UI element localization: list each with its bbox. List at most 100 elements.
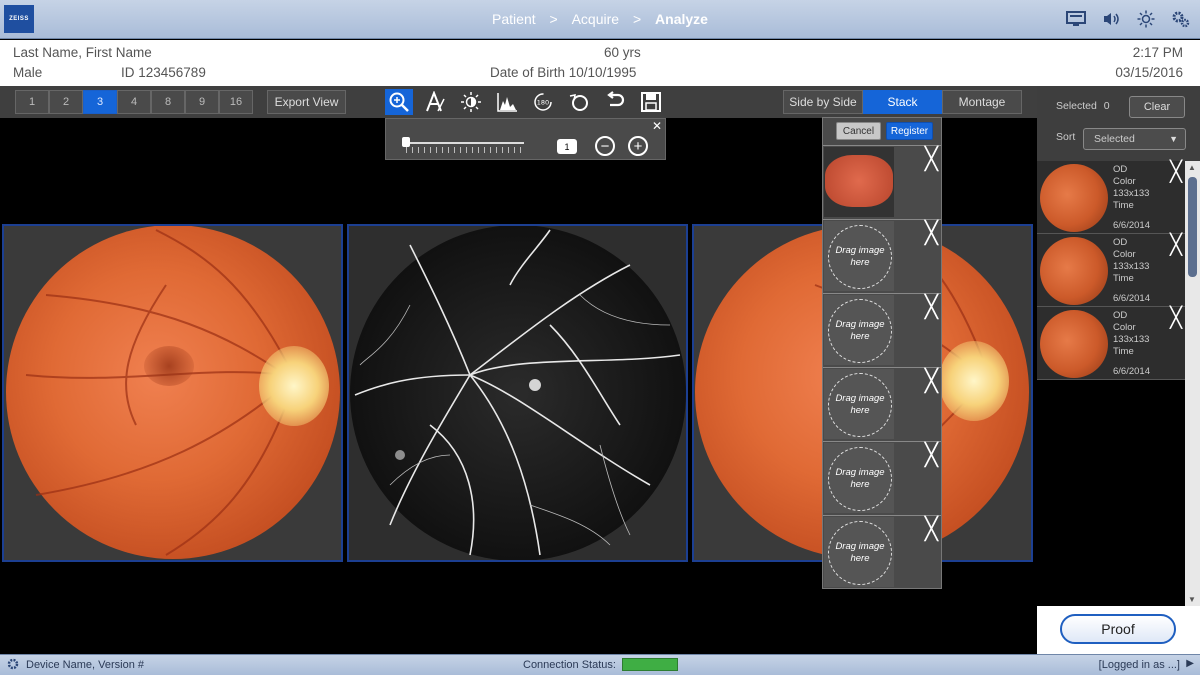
sort-dropdown[interactable]: Selected ▼ [1083, 128, 1186, 150]
chevron-down-icon: ▼ [1169, 134, 1178, 144]
connection-status-label: Connection Status: [523, 659, 616, 671]
layout-3[interactable]: 3 [83, 90, 117, 114]
drop-zone[interactable]: Drag image here [824, 517, 894, 587]
close-icon[interactable]: ✕ [652, 119, 662, 133]
settings-icon[interactable] [1170, 8, 1192, 30]
thumbnail-size: 133x133 [1113, 261, 1150, 272]
image-frame-left[interactable] [2, 224, 343, 562]
breadcrumb-analyze[interactable]: Analyze [655, 11, 708, 27]
expand-arrow-icon[interactable]: ▶ [1186, 658, 1194, 669]
drag-image-placeholder: Drag image here [828, 225, 892, 289]
drop-zone[interactable]: Drag image here [824, 221, 894, 291]
layout-selector: 1 2 3 4 8 9 16 [15, 90, 253, 114]
optic-disc-right [939, 341, 1009, 421]
thumbnail-scrollbar[interactable]: ▲ ▼ [1185, 161, 1200, 606]
zoom-slider-handle[interactable] [402, 137, 410, 147]
rotate-icon[interactable] [565, 89, 593, 115]
zoom-out-button[interactable]: − [595, 136, 615, 156]
remove-slot-icon[interactable]: ╳ [925, 442, 938, 468]
thumbnail-image [1040, 237, 1108, 305]
display-icon[interactable] [1065, 8, 1087, 30]
breadcrumb: Patient > Acquire > Analyze [0, 11, 1200, 27]
register-slot-4[interactable]: Drag image here ╳ [823, 367, 941, 439]
proof-button[interactable]: Proof [1060, 614, 1176, 644]
view-montage[interactable]: Montage [942, 90, 1022, 114]
zoom-slider-ticks [406, 147, 524, 153]
remove-slot-icon[interactable]: ╳ [925, 294, 938, 320]
fundus-thumbnail [825, 155, 893, 207]
drop-zone[interactable]: Drag image here [824, 369, 894, 439]
proof-area: Proof [1037, 606, 1200, 654]
cancel-button[interactable]: Cancel [836, 122, 881, 140]
scroll-up-icon[interactable]: ▲ [1188, 163, 1196, 172]
current-time: 2:17 PM [1132, 45, 1183, 60]
remove-slot-icon[interactable]: ╳ [925, 146, 938, 172]
thumbnail-image [1040, 164, 1108, 232]
rotate-180-icon[interactable]: 180 [529, 89, 557, 115]
layout-8[interactable]: 8 [151, 90, 185, 114]
thumbnail-eye: OD [1113, 237, 1128, 248]
scroll-down-icon[interactable]: ▼ [1188, 595, 1196, 604]
zoom-in-button[interactable]: + [628, 136, 648, 156]
image-frame-middle[interactable] [347, 224, 688, 562]
patient-sex: Male [13, 65, 43, 80]
register-button[interactable]: Register [886, 122, 933, 140]
thumbnail-time: Time [1113, 200, 1134, 211]
scrollbar-thumb[interactable] [1188, 177, 1197, 277]
zoom-slider-track[interactable] [406, 142, 524, 144]
close-icon[interactable]: ╳ [1170, 159, 1182, 184]
clear-button[interactable]: Clear [1129, 96, 1185, 118]
zoom-value[interactable]: 1 [557, 139, 577, 154]
breadcrumb-acquire[interactable]: Acquire [572, 11, 619, 27]
layout-1[interactable]: 1 [15, 90, 49, 114]
zoom-icon[interactable] [385, 89, 413, 115]
thumbnail-date: 6/6/2014 [1113, 293, 1150, 304]
breadcrumb-separator: > [549, 11, 558, 27]
status-bar: Device Name, Version # Connection Status… [0, 654, 1200, 675]
close-icon[interactable]: ╳ [1170, 232, 1182, 257]
remove-slot-icon[interactable]: ╳ [925, 368, 938, 394]
drop-zone[interactable]: Drag image here [824, 443, 894, 513]
remove-slot-icon[interactable]: ╳ [925, 220, 938, 246]
layout-16[interactable]: 16 [219, 90, 253, 114]
layout-2[interactable]: 2 [49, 90, 83, 114]
remove-slot-icon[interactable]: ╳ [925, 516, 938, 542]
image-browser-panel: Selected 0 Clear Sort Selected ▼ OD Colo… [1037, 86, 1200, 654]
patient-dob: Date of Birth 10/10/1995 [490, 65, 637, 80]
export-view-button[interactable]: Export View [267, 90, 346, 114]
thumbnail-item[interactable]: OD Color 133x133 Time 6/6/2014 ╳ [1037, 161, 1185, 234]
thumbnail-type: Color [1113, 322, 1136, 333]
register-slot-1[interactable]: ╳ [823, 145, 941, 217]
histogram-icon[interactable] [493, 89, 521, 115]
breadcrumb-patient[interactable]: Patient [492, 11, 536, 27]
thumbnail-item[interactable]: OD Color 133x133 Time 6/6/2014 ╳ [1037, 234, 1185, 307]
close-icon[interactable]: ╳ [1170, 305, 1182, 330]
speaker-icon[interactable] [1100, 8, 1122, 30]
view-stack[interactable]: Stack [863, 90, 942, 114]
save-icon[interactable] [637, 89, 665, 115]
brightness-icon[interactable] [1135, 8, 1157, 30]
drag-image-placeholder: Drag image here [828, 373, 892, 437]
drag-image-placeholder: Drag image here [828, 447, 892, 511]
register-slot-3[interactable]: Drag image here ╳ [823, 293, 941, 365]
register-slot-6[interactable]: Drag image here ╳ [823, 515, 941, 587]
annotate-icon[interactable] [421, 89, 449, 115]
brightness-contrast-icon[interactable] [457, 89, 485, 115]
layout-4[interactable]: 4 [117, 90, 151, 114]
toolbar: 1 2 3 4 8 9 16 Export View 180 Side by S… [0, 86, 1037, 118]
top-bar: ZEISS Patient > Acquire > Analyze [0, 0, 1200, 39]
undo-icon[interactable] [601, 89, 629, 115]
thumbnail-item[interactable]: OD Color 133x133 Time 6/6/2014 ╳ [1037, 307, 1185, 380]
device-settings-icon[interactable] [6, 657, 20, 674]
drag-image-placeholder: Drag image here [828, 299, 892, 363]
thumbnail-size: 133x133 [1113, 188, 1150, 199]
layout-9[interactable]: 9 [185, 90, 219, 114]
register-slot-5[interactable]: Drag image here ╳ [823, 441, 941, 513]
thumbnail-type: Color [1113, 176, 1136, 187]
patient-id: ID 123456789 [121, 65, 206, 80]
view-side-by-side[interactable]: Side by Side [783, 90, 863, 114]
register-slot-2[interactable]: Drag image here ╳ [823, 219, 941, 291]
optic-disc [259, 346, 329, 426]
drop-zone[interactable]: Drag image here [824, 295, 894, 365]
logged-in-user[interactable]: [Logged in as ...] [1099, 659, 1180, 671]
